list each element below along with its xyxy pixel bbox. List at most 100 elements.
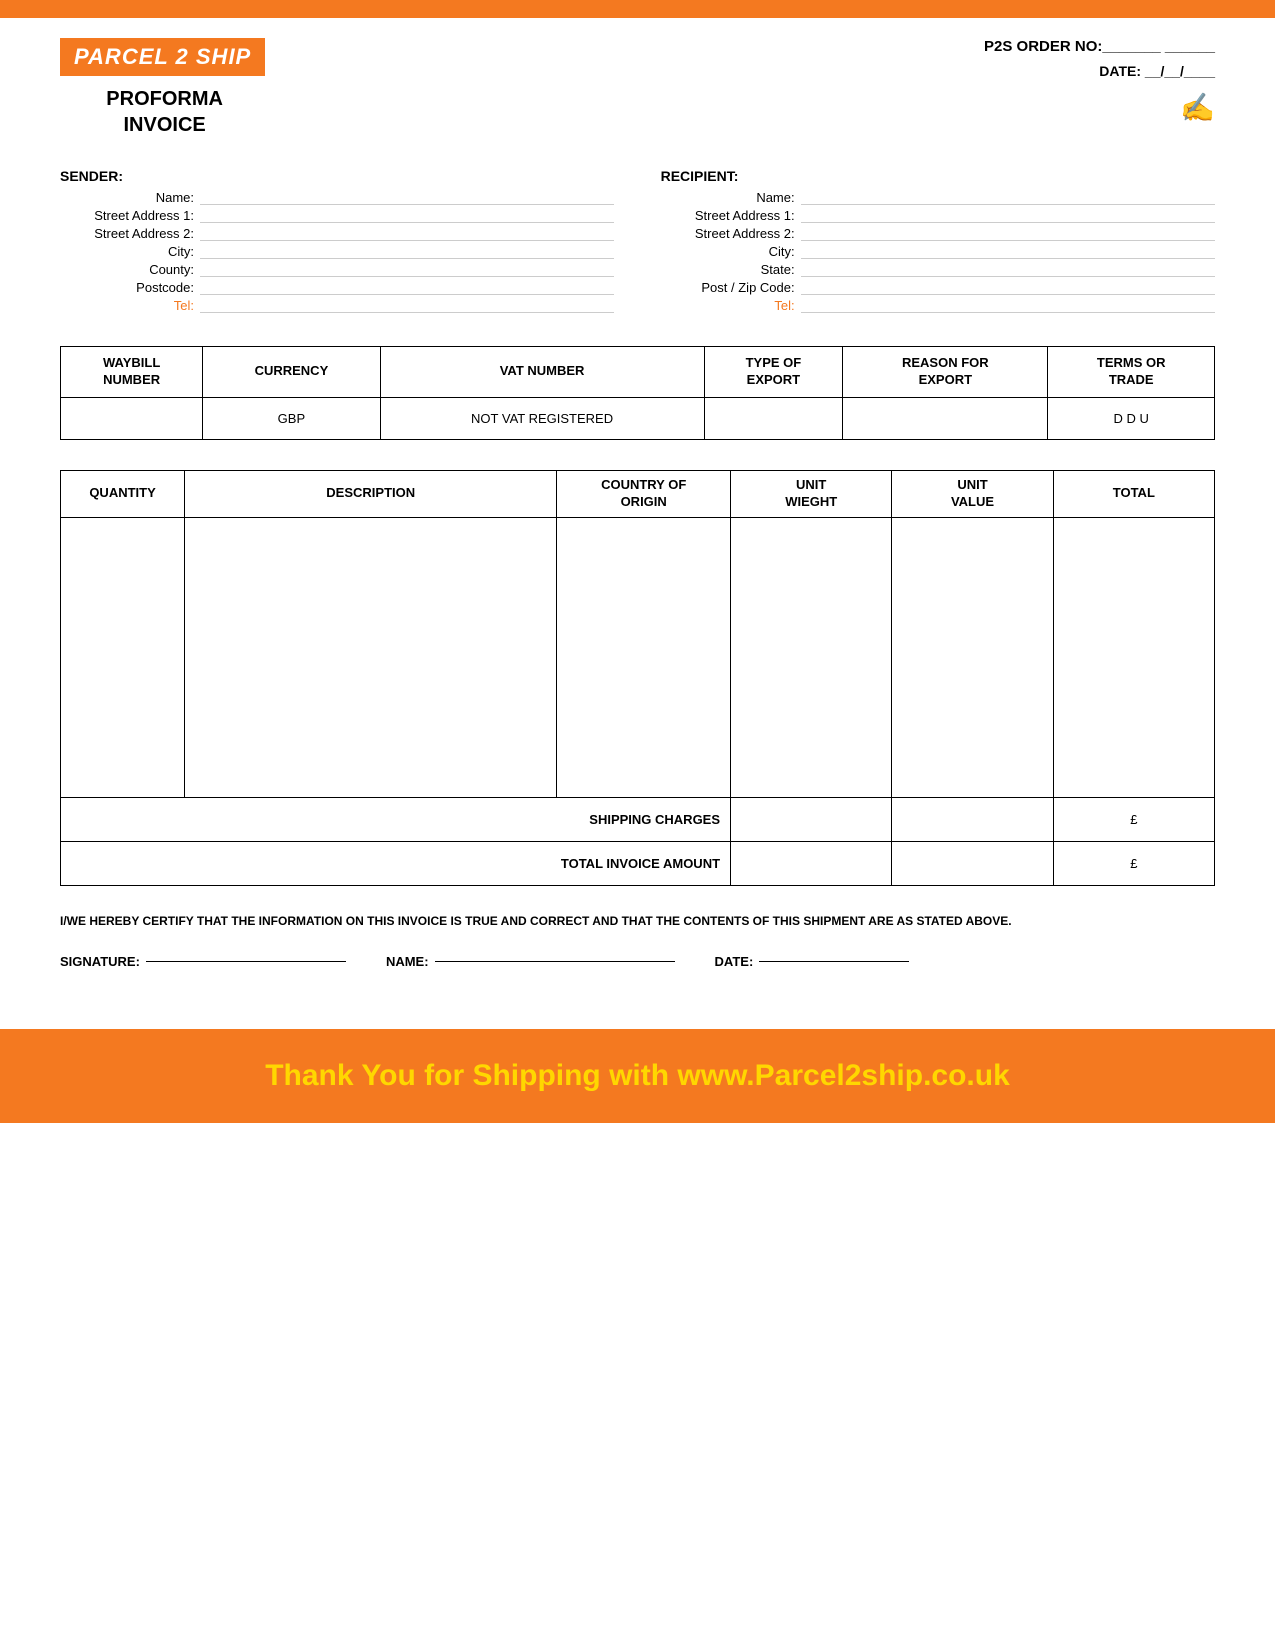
footer-text: Thank You for Shipping with www.Parcel2s… <box>265 1059 1010 1093</box>
item-description[interactable] <box>185 517 557 797</box>
item-unit-weight[interactable] <box>731 517 892 797</box>
name-dots[interactable] <box>435 961 675 962</box>
info-table: WAYBILLNUMBER CURRENCY VAT NUMBER TYPE O… <box>60 346 1215 440</box>
order-number: P2S ORDER NO:_______ ______ <box>984 38 1215 55</box>
recipient-city-label: City: <box>661 244 801 259</box>
sender-name-value[interactable] <box>200 190 614 205</box>
sender-street2-row: Street Address 2: <box>60 226 614 241</box>
sender-city-value[interactable] <box>200 244 614 259</box>
total-invoice-label: TOTAL INVOICE AMOUNT <box>61 841 731 885</box>
recipient-name-label: Name: <box>661 190 801 205</box>
col-country-origin: COUNTRY OFORIGIN <box>557 470 731 517</box>
sender-city-row: City: <box>60 244 614 259</box>
shipping-charges-label: SHIPPING CHARGES <box>61 797 731 841</box>
signature-dots[interactable] <box>146 961 346 962</box>
recipient-street2-row: Street Address 2: <box>661 226 1215 241</box>
order-info-block: P2S ORDER NO:_______ ______ DATE: __/__/… <box>984 38 1215 124</box>
sender-label: SENDER: <box>60 168 614 184</box>
addresses-section: SENDER: Name: Street Address 1: Street A… <box>0 148 1275 326</box>
sender-name-row: Name: <box>60 190 614 205</box>
sender-name-label: Name: <box>60 190 200 205</box>
shipping-weight-blank <box>731 797 892 841</box>
total-weight-blank <box>731 841 892 885</box>
total-invoice-value[interactable]: £ <box>1053 841 1214 885</box>
item-country[interactable] <box>557 517 731 797</box>
recipient-street2-value[interactable] <box>801 226 1215 241</box>
col-description: DESCRIPTION <box>185 470 557 517</box>
recipient-zip-row: Post / Zip Code: <box>661 280 1215 295</box>
signature-item: SIGNATURE: <box>60 954 346 969</box>
col-waybill: WAYBILLNUMBER <box>61 347 203 398</box>
name-item: NAME: <box>386 954 675 969</box>
type-export-value[interactable] <box>704 397 843 439</box>
recipient-tel-value[interactable] <box>801 298 1215 313</box>
sender-county-label: County: <box>60 262 200 277</box>
reason-export-value[interactable] <box>843 397 1048 439</box>
sender-tel-row: Tel: <box>60 298 614 313</box>
invoice-title: PROFORMA INVOICE <box>106 86 223 138</box>
waybill-value[interactable] <box>61 397 203 439</box>
recipient-block: RECIPIENT: Name: Street Address 1: Stree… <box>661 168 1215 316</box>
vat-value[interactable]: NOT VAT REGISTERED <box>380 397 704 439</box>
shipping-charges-row: SHIPPING CHARGES £ <box>61 797 1215 841</box>
recipient-tel-row: Tel: <box>661 298 1215 313</box>
chevron-down-icon <box>608 989 668 1019</box>
recipient-zip-label: Post / Zip Code: <box>661 280 801 295</box>
date-dots[interactable] <box>759 961 909 962</box>
recipient-city-value[interactable] <box>801 244 1215 259</box>
footer-banner: Thank You for Shipping with www.Parcel2s… <box>0 1029 1275 1123</box>
info-table-header-row: WAYBILLNUMBER CURRENCY VAT NUMBER TYPE O… <box>61 347 1215 398</box>
items-table-container: QUANTITY DESCRIPTION COUNTRY OFORIGIN UN… <box>0 450 1275 896</box>
total-value-blank <box>892 841 1053 885</box>
recipient-zip-value[interactable] <box>801 280 1215 295</box>
sender-street1-label: Street Address 1: <box>60 208 200 223</box>
sender-tel-value[interactable] <box>200 298 614 313</box>
recipient-state-label: State: <box>661 262 801 277</box>
recipient-state-value[interactable] <box>801 262 1215 277</box>
sender-city-label: City: <box>60 244 200 259</box>
total-currency-symbol: £ <box>1130 856 1137 871</box>
sender-county-value[interactable] <box>200 262 614 277</box>
recipient-state-row: State: <box>661 262 1215 277</box>
col-quantity: QUANTITY <box>61 470 185 517</box>
certification-text: I/WE HEREBY CERTIFY THAT THE INFORMATION… <box>60 912 1215 930</box>
signature-label: SIGNATURE: <box>60 954 140 969</box>
sender-block: SENDER: Name: Street Address 1: Street A… <box>60 168 614 316</box>
terms-value[interactable]: D D U <box>1048 397 1215 439</box>
col-total: TOTAL <box>1053 470 1214 517</box>
items-table: QUANTITY DESCRIPTION COUNTRY OFORIGIN UN… <box>60 470 1215 886</box>
sender-street2-value[interactable] <box>200 226 614 241</box>
recipient-city-row: City: <box>661 244 1215 259</box>
date-item: DATE: <box>715 954 910 969</box>
sender-street1-row: Street Address 1: <box>60 208 614 223</box>
info-table-container: WAYBILLNUMBER CURRENCY VAT NUMBER TYPE O… <box>0 326 1275 450</box>
col-type-export: TYPE OFEXPORT <box>704 347 843 398</box>
item-unit-value[interactable] <box>892 517 1053 797</box>
col-terms: TERMS ORTRADE <box>1048 347 1215 398</box>
recipient-street1-label: Street Address 1: <box>661 208 801 223</box>
recipient-street2-label: Street Address 2: <box>661 226 801 241</box>
date-field: DATE: __/__/____ <box>984 63 1215 79</box>
logo-title-block: PARCEL 2 SHIP PROFORMA INVOICE <box>60 38 269 138</box>
date-label-sig: DATE: <box>715 954 754 969</box>
col-vat: VAT NUMBER <box>380 347 704 398</box>
top-bar <box>0 0 1275 18</box>
col-currency: CURRENCY <box>203 347 380 398</box>
sender-postcode-row: Postcode: <box>60 280 614 295</box>
total-invoice-row: TOTAL INVOICE AMOUNT £ <box>61 841 1215 885</box>
sender-street1-value[interactable] <box>200 208 614 223</box>
invoice-title-line1: PROFORMA <box>106 86 223 112</box>
shipping-charges-value[interactable]: £ <box>1053 797 1214 841</box>
currency-value[interactable]: GBP <box>203 397 380 439</box>
item-total[interactable] <box>1053 517 1214 797</box>
footer-arrow-container <box>0 989 1275 1019</box>
item-quantity[interactable] <box>61 517 185 797</box>
sender-postcode-value[interactable] <box>200 280 614 295</box>
col-unit-value: UNITVALUE <box>892 470 1053 517</box>
sender-street2-label: Street Address 2: <box>60 226 200 241</box>
recipient-street1-value[interactable] <box>801 208 1215 223</box>
recipient-label: RECIPIENT: <box>661 168 1215 184</box>
recipient-name-value[interactable] <box>801 190 1215 205</box>
shipping-value-blank <box>892 797 1053 841</box>
company-logo: PARCEL 2 SHIP <box>60 38 269 76</box>
